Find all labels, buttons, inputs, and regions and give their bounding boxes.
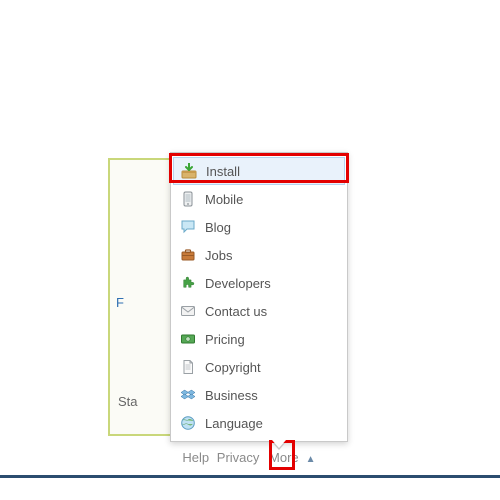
dropbox-icon: [179, 386, 197, 404]
footer-more-link[interactable]: More ▲: [267, 450, 318, 465]
menu-item-label: Pricing: [205, 332, 245, 347]
mobile-icon: [179, 190, 197, 208]
background-text-fragment: Sta: [118, 394, 138, 409]
menu-item-label: Install: [206, 164, 240, 179]
footer-help-link[interactable]: Help: [182, 450, 209, 465]
menu-item-label: Mobile: [205, 192, 243, 207]
menu-item-developers[interactable]: Developers: [171, 269, 347, 297]
menu-item-copyright[interactable]: Copyright: [171, 353, 347, 381]
menu-item-blog[interactable]: Blog: [171, 213, 347, 241]
caret-up-icon: ▲: [303, 454, 316, 465]
menu-item-label: Business: [205, 388, 258, 403]
background-link-fragment: F: [116, 295, 124, 310]
briefcase-icon: [179, 246, 197, 264]
menu-item-label: Developers: [205, 276, 271, 291]
more-menu-popup: Install Mobile Blog Jobs: [170, 152, 348, 442]
menu-item-install[interactable]: Install: [173, 157, 345, 185]
menu-item-label: Contact us: [205, 304, 267, 319]
envelope-icon: [179, 302, 197, 320]
menu-item-label: Language: [205, 416, 263, 431]
menu-item-language[interactable]: Language: [171, 409, 347, 437]
menu-item-label: Jobs: [205, 248, 232, 263]
footer-more-label: More: [269, 450, 299, 465]
money-icon: [179, 330, 197, 348]
footer-links: Help Privacy More ▲: [0, 450, 500, 465]
menu-item-label: Blog: [205, 220, 231, 235]
menu-item-jobs[interactable]: Jobs: [171, 241, 347, 269]
menu-item-pricing[interactable]: Pricing: [171, 325, 347, 353]
bottom-border: [0, 475, 500, 478]
menu-item-mobile[interactable]: Mobile: [171, 185, 347, 213]
globe-icon: [179, 414, 197, 432]
menu-item-business[interactable]: Business: [171, 381, 347, 409]
puzzle-piece-icon: [179, 274, 197, 292]
speech-bubble-icon: [179, 218, 197, 236]
menu-item-label: Copyright: [205, 360, 261, 375]
footer-privacy-link[interactable]: Privacy: [217, 450, 260, 465]
menu-item-contact[interactable]: Contact us: [171, 297, 347, 325]
document-icon: [179, 358, 197, 376]
download-box-icon: [180, 162, 198, 180]
